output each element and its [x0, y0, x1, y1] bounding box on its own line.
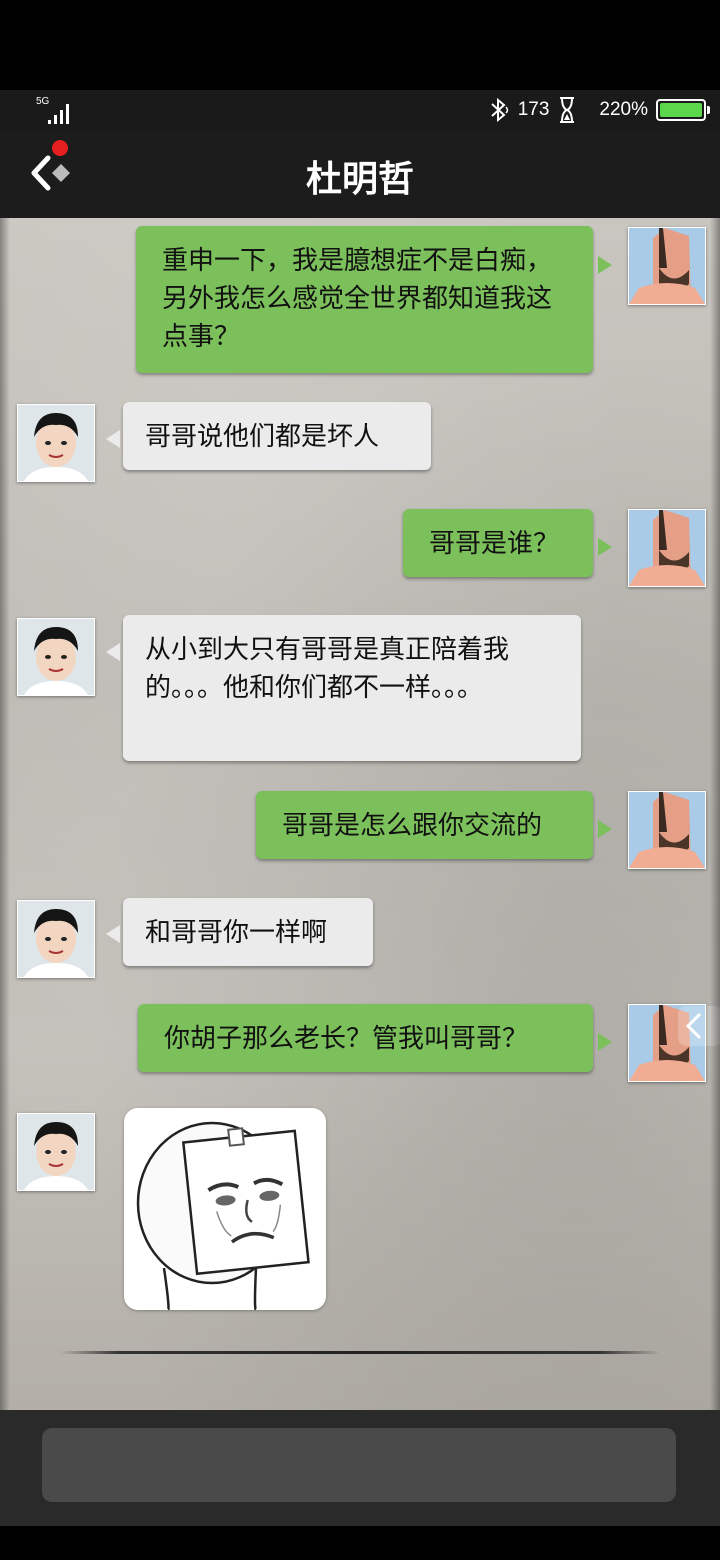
signal-bars-icon [48, 104, 74, 124]
message-text: 哥哥说他们都是坏人 [145, 422, 380, 452]
message-text: 重申一下，我是臆想症不是白痴，另外我怎么感觉全世界都知道我这点事？ [162, 246, 553, 352]
message-bubble-received[interactable]: 和哥哥你一样啊 [123, 898, 373, 966]
bearded-man-avatar-icon [629, 510, 705, 586]
contact-avatar[interactable] [17, 1113, 95, 1191]
message-bubble-sent[interactable]: 哥哥是怎么跟你交流的 [256, 791, 593, 859]
chat-header: 杜明哲 [0, 130, 720, 220]
floating-chevron-left-icon[interactable] [676, 1006, 720, 1046]
bluetooth-icon [491, 97, 508, 123]
top-black-area [0, 0, 720, 90]
bubble-tail [598, 538, 612, 556]
notification-dot [52, 140, 68, 156]
my-avatar[interactable] [628, 227, 706, 305]
bubble-tail [598, 820, 612, 838]
bubble-tail [106, 643, 120, 661]
speed-value: 173 [517, 99, 550, 120]
message-bubble-sent[interactable]: 你胡子那么老长？管我叫哥哥？ [138, 1004, 593, 1072]
young-man-avatar-icon [18, 405, 94, 481]
input-bar [0, 1410, 720, 1526]
young-man-avatar-icon [18, 1114, 94, 1190]
message-text: 哥哥是怎么跟你交流的 [282, 811, 543, 841]
young-man-avatar-icon [18, 901, 94, 977]
page-title: 杜明哲 [305, 159, 414, 200]
sad-meme-face-sticker[interactable] [124, 1108, 326, 1310]
my-avatar[interactable] [628, 791, 706, 869]
battery-icon [656, 99, 710, 121]
message-text: 和哥哥你一样啊 [145, 918, 328, 948]
meme-face-icon [124, 1108, 326, 1310]
bubble-tail [598, 1033, 612, 1051]
bubble-tail [106, 925, 120, 943]
message-text: 从小到大只有哥哥是真正陪着我的。。。他和你们都不一样。。。 [145, 635, 510, 703]
young-man-avatar-icon [18, 619, 94, 695]
message-text: 你胡子那么老长？管我叫哥哥？ [164, 1024, 529, 1054]
chat-area[interactable]: 重申一下，我是臆想症不是白痴，另外我怎么感觉全世界都知道我这点事？ 哥哥说他们都… [0, 218, 720, 1410]
message-bubble-received[interactable]: 哥哥说他们都是坏人 [123, 402, 431, 470]
message-input[interactable] [42, 1428, 676, 1502]
message-bubble-sent[interactable]: 重申一下，我是臆想症不是白痴，另外我怎么感觉全世界都知道我这点事？ [136, 226, 593, 373]
contact-avatar[interactable] [17, 404, 95, 482]
contact-avatar[interactable] [17, 900, 95, 978]
bubble-tail [106, 430, 120, 448]
contact-avatar[interactable] [17, 618, 95, 696]
hourglass-icon [560, 97, 575, 123]
message-bubble-received[interactable]: 从小到大只有哥哥是真正陪着我的。。。他和你们都不一样。。。 [123, 615, 581, 761]
bearded-man-avatar-icon [629, 228, 705, 304]
bubble-tail [598, 256, 612, 274]
status-bar: 5G 173 220% [0, 90, 720, 130]
my-avatar[interactable] [628, 509, 706, 587]
system-nav-bar [0, 1526, 720, 1560]
bearded-man-avatar-icon [629, 792, 705, 868]
message-text: 哥哥是谁？ [429, 529, 560, 559]
battery-percent: 220% [599, 99, 648, 120]
divider [60, 1351, 660, 1354]
message-bubble-sent[interactable]: 哥哥是谁？ [403, 509, 593, 577]
